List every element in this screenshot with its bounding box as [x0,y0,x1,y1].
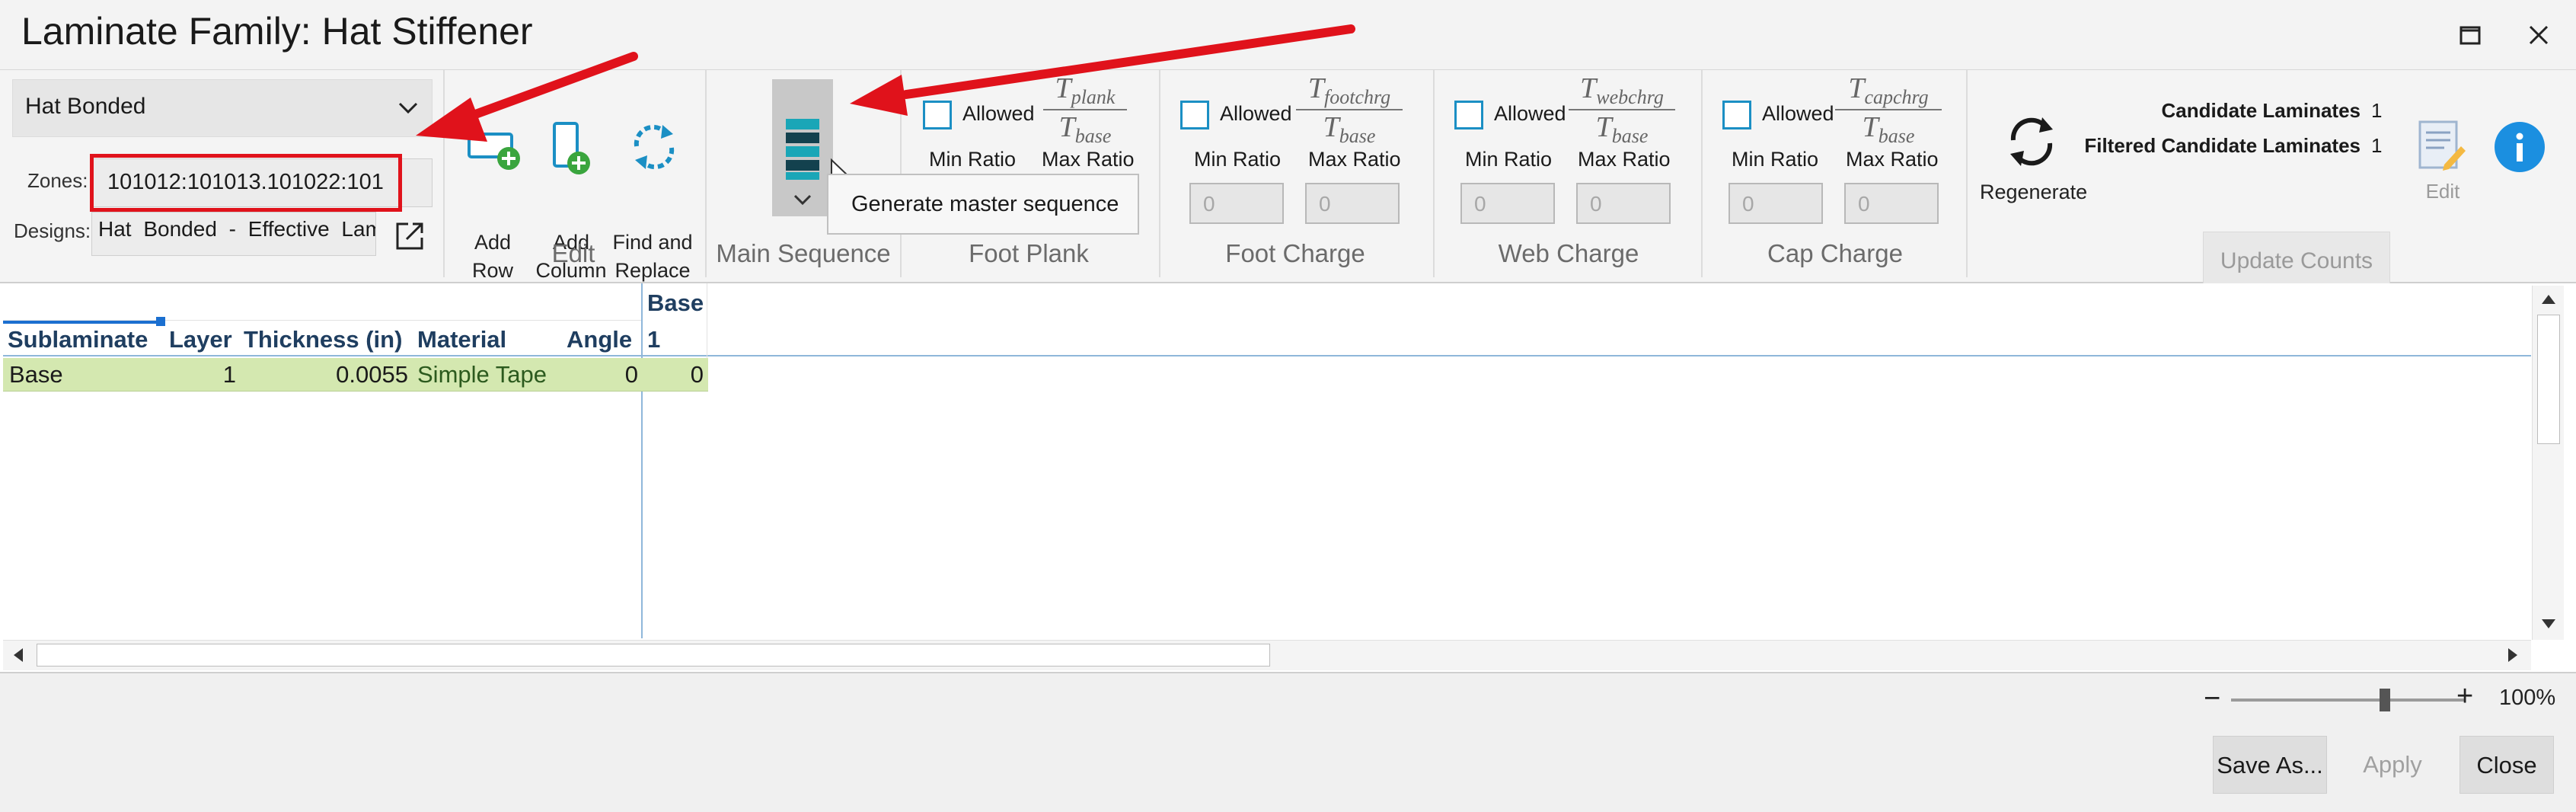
header-bottom-line [3,355,2531,356]
vertical-scroll-thumb[interactable] [2537,315,2560,444]
zoom-out-button[interactable]: − [2204,683,2220,715]
cell-layer[interactable]: 1 [155,361,236,388]
save-as-button[interactable]: Save As... [2213,736,2327,794]
cell-angle[interactable]: 0 [559,361,638,388]
column-header-angle[interactable]: Angle [567,326,632,353]
close-button[interactable]: Close [2459,736,2554,794]
scroll-right-icon[interactable] [2504,645,2523,665]
arrow-head-main-sequence [850,75,908,116]
zoom-slider-thumb[interactable] [2379,689,2390,711]
horizontal-scrollbar[interactable] [3,640,2531,670]
selection-handle[interactable] [156,317,165,326]
arrow-to-main-sequence [902,24,1355,99]
scroll-down-icon[interactable] [2539,613,2558,633]
column-group-header-base[interactable]: Base [647,289,704,317]
arrow-head-zones [416,98,487,142]
column-header-layer[interactable]: Layer [169,326,232,353]
frozen-column-line [641,283,643,638]
vertical-scrollbar[interactable] [2532,286,2564,640]
table-row[interactable]: Base 1 0.0055 Simple Tape 0 0 [3,358,708,392]
zoom-level: 100% [2499,686,2556,710]
zoom-slider[interactable] [2231,689,2464,711]
horizontal-scroll-thumb[interactable] [37,644,1270,667]
column-header-thickness[interactable]: Thickness (in) [244,326,402,353]
selected-cell-indicator [3,321,161,324]
cell-thickness[interactable]: 0.0055 [244,361,408,388]
cell-material[interactable]: Simple Tape [417,361,547,388]
scroll-up-icon[interactable] [2539,290,2558,310]
arrow-to-zones [458,52,638,123]
zoom-in-button[interactable]: + [2456,680,2473,713]
column-header-material[interactable]: Material [417,326,506,353]
cell-sublaminate[interactable]: Base [9,361,63,388]
column-header-1[interactable]: 1 [647,326,660,353]
scroll-left-icon[interactable] [8,645,27,665]
laminate-grid[interactable]: Base Sublaminate Layer Thickness (in) Ma… [0,283,2576,673]
apply-button[interactable]: Apply [2341,736,2444,794]
column-header-sublaminate[interactable]: Sublaminate [8,326,148,353]
cell-base-1[interactable]: 0 [643,361,704,388]
